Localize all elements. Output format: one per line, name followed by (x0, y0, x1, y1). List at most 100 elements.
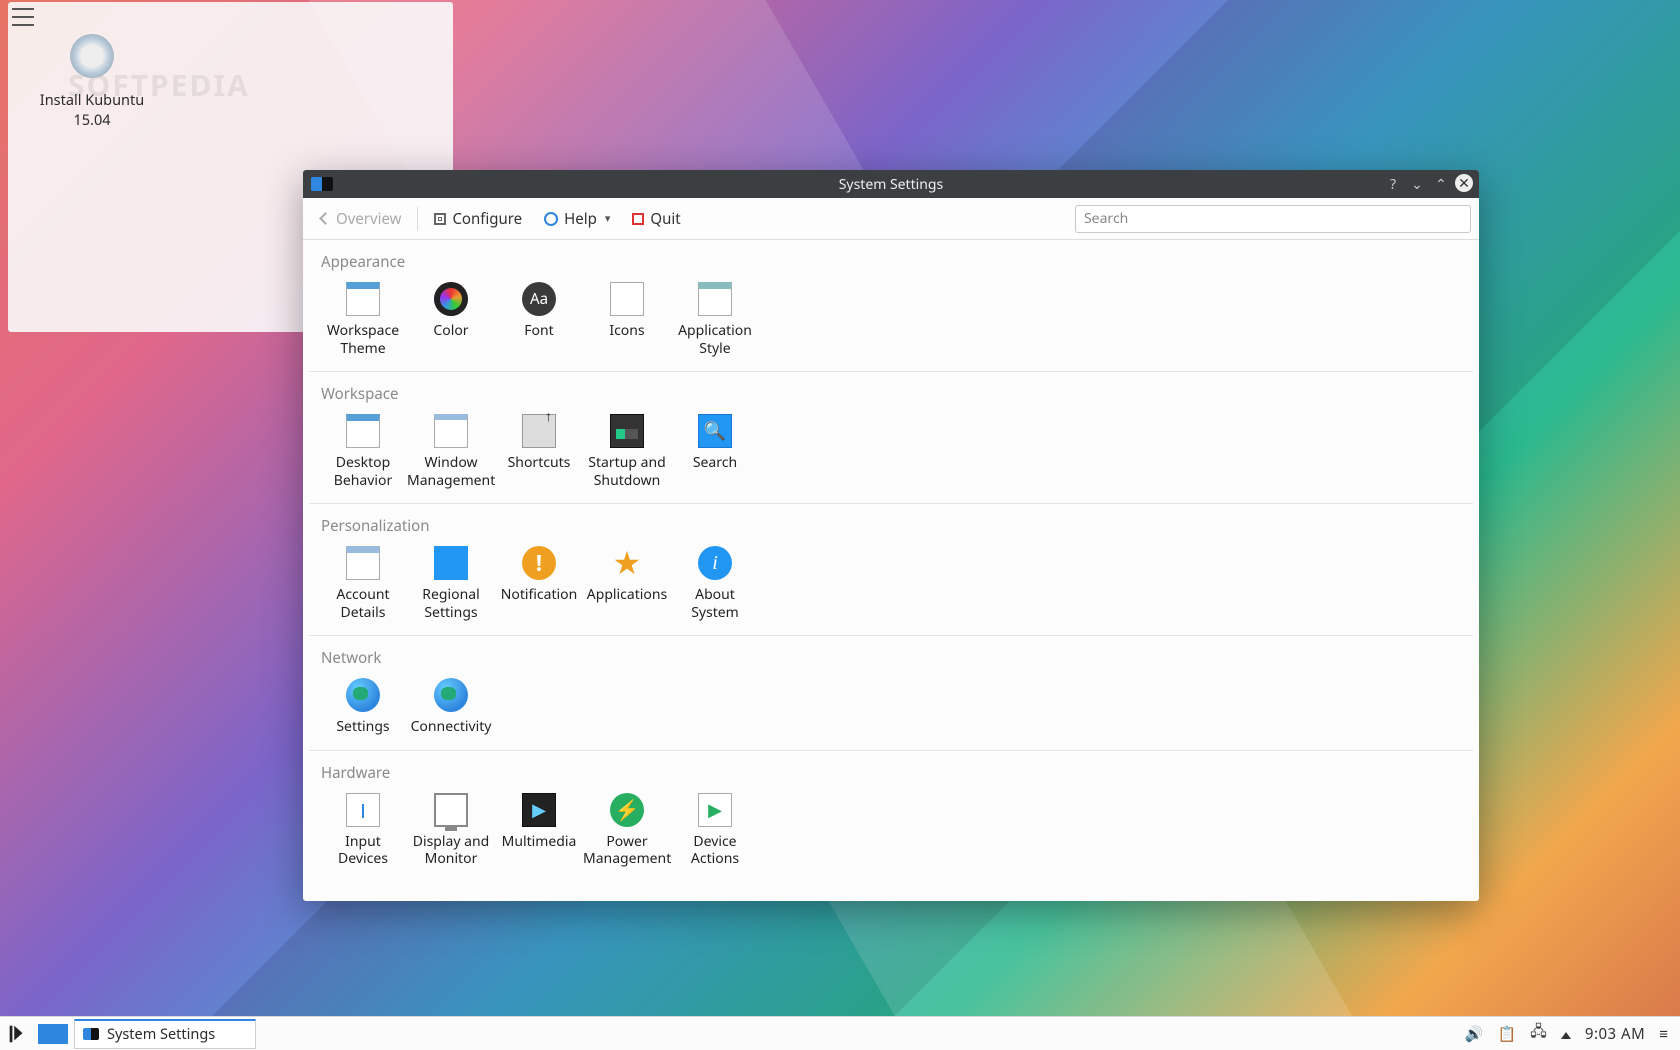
overview-button: Overview (311, 205, 411, 233)
font-icon: Aa (522, 282, 556, 316)
item-power-management[interactable]: ⚡ Power Management (583, 789, 671, 868)
installer-label: Install Kubuntu 15.04 (32, 90, 152, 130)
system-settings-window: System Settings ? ⌄ ⌃ ✕ Overview Configu… (303, 170, 1479, 901)
label: Notification (495, 586, 583, 604)
configure-button[interactable]: Configure (424, 205, 532, 233)
installer-desktop-icon[interactable]: Install Kubuntu 15.04 (32, 30, 152, 130)
item-input-devices[interactable]: Input Devices (319, 789, 407, 868)
item-multimedia[interactable]: ▶ Multimedia (495, 789, 583, 868)
power-icon: ⚡ (610, 793, 644, 827)
workspace-theme-icon (346, 282, 380, 316)
label: Account Details (319, 586, 407, 621)
task-label: System Settings (107, 1024, 215, 1044)
item-about-system[interactable]: iAbout System (671, 542, 759, 621)
desktop-behavior-icon (346, 414, 380, 448)
close-button[interactable]: ✕ (1455, 174, 1473, 192)
label: Settings (319, 718, 407, 736)
item-font[interactable]: Aa Font (495, 278, 583, 357)
minimize-button[interactable]: ⌄ (1407, 174, 1427, 194)
notification-icon: ! (522, 546, 556, 580)
label: Power Management (583, 833, 671, 868)
chevron-down-icon: ▾ (605, 211, 611, 226)
label: Regional Settings (407, 586, 495, 621)
label: Device Actions (671, 833, 759, 868)
quit-button[interactable]: Quit (622, 205, 690, 233)
item-display-monitor[interactable]: Display and Monitor (407, 789, 495, 868)
system-tray: 🔊 📋 🖧 9:03 AM ≡ (1465, 1021, 1680, 1046)
label: Input Devices (319, 833, 407, 868)
globe-icon (434, 678, 468, 712)
configure-label: Configure (452, 209, 522, 229)
search-input[interactable] (1075, 205, 1471, 233)
clipboard-icon[interactable]: 📋 (1497, 1024, 1516, 1044)
item-desktop-behavior[interactable]: Desktop Behavior (319, 410, 407, 489)
label: Applications (583, 586, 671, 604)
startup-icon (610, 414, 644, 448)
clock[interactable]: 9:03 AM (1585, 1024, 1645, 1044)
window-title: System Settings (303, 175, 1479, 194)
label: Display and Monitor (407, 833, 495, 868)
maximize-button[interactable]: ⌃ (1431, 174, 1451, 194)
task-system-settings[interactable]: System Settings (74, 1019, 256, 1049)
label: Search (671, 454, 759, 472)
section-heading: Network (321, 648, 1463, 668)
label: Connectivity (407, 718, 495, 736)
section-appearance: Appearance Workspace Theme Color AaFont … (309, 240, 1473, 372)
titlebar[interactable]: System Settings ? ⌄ ⌃ ✕ (303, 170, 1479, 198)
display-icon (434, 793, 468, 827)
item-shortcuts[interactable]: Shortcuts (495, 410, 583, 489)
icons-icon (610, 282, 644, 316)
app-icon (311, 177, 333, 191)
task-app-icon (83, 1028, 99, 1040)
label: Desktop Behavior (319, 454, 407, 489)
back-icon (319, 212, 332, 225)
item-window-management[interactable]: Window Management (407, 410, 495, 489)
item-workspace-theme[interactable]: Workspace Theme (319, 278, 407, 357)
volume-icon[interactable]: 🔊 (1465, 1024, 1484, 1044)
item-applications[interactable]: ★ Applications (583, 542, 671, 621)
section-heading: Hardware (321, 763, 1463, 783)
search-icon: 🔍 (698, 414, 732, 448)
account-icon (346, 546, 380, 580)
item-regional-settings[interactable]: Regional Settings (407, 542, 495, 621)
network-tray-icon[interactable]: 🖧 (1530, 1021, 1547, 1046)
toolbar: Overview Configure Help ▾ Quit (303, 198, 1479, 240)
item-search[interactable]: 🔍 Search (671, 410, 759, 489)
item-network-settings[interactable]: Settings (319, 674, 407, 736)
configure-icon (434, 213, 446, 225)
globe-icon (346, 678, 380, 712)
label: Startup and Shutdown (583, 454, 671, 489)
item-notification[interactable]: ! Notification (495, 542, 583, 621)
item-connectivity[interactable]: Connectivity (407, 674, 495, 736)
label: Window Management (407, 454, 495, 489)
multimedia-icon: ▶ (522, 793, 556, 827)
section-heading: Personalization (321, 516, 1463, 536)
item-startup-shutdown[interactable]: Startup and Shutdown (583, 410, 671, 489)
regional-icon (434, 546, 468, 580)
item-account-details[interactable]: Account Details (319, 542, 407, 621)
label: Multimedia (495, 833, 583, 851)
item-device-actions[interactable]: ▶Device Actions (671, 789, 759, 868)
folderview-menu-icon[interactable] (12, 8, 34, 26)
label: Shortcuts (495, 454, 583, 472)
about-icon: i (698, 546, 732, 580)
panel-toolbox-icon[interactable]: ≡ (1659, 1024, 1668, 1044)
help-titlebar-button[interactable]: ? (1383, 174, 1403, 194)
help-label: Help (564, 209, 597, 229)
label: Icons (583, 322, 671, 340)
tray-expand-icon[interactable] (1561, 1024, 1571, 1044)
taskbar: System Settings 🔊 📋 🖧 9:03 AM ≡ (0, 1016, 1680, 1050)
item-icons[interactable]: Icons (583, 278, 671, 357)
label: Font (495, 322, 583, 340)
help-icon (544, 212, 558, 226)
quit-label: Quit (650, 209, 680, 229)
shortcuts-icon (522, 414, 556, 448)
item-color[interactable]: Color (407, 278, 495, 357)
applications-icon: ★ (610, 546, 644, 580)
section-heading: Workspace (321, 384, 1463, 404)
settings-content[interactable]: Appearance Workspace Theme Color AaFont … (303, 240, 1479, 901)
application-launcher[interactable] (2, 1019, 32, 1049)
help-button[interactable]: Help ▾ (534, 205, 620, 233)
item-application-style[interactable]: Application Style (671, 278, 759, 357)
virtual-desktop-pager[interactable] (38, 1024, 68, 1044)
